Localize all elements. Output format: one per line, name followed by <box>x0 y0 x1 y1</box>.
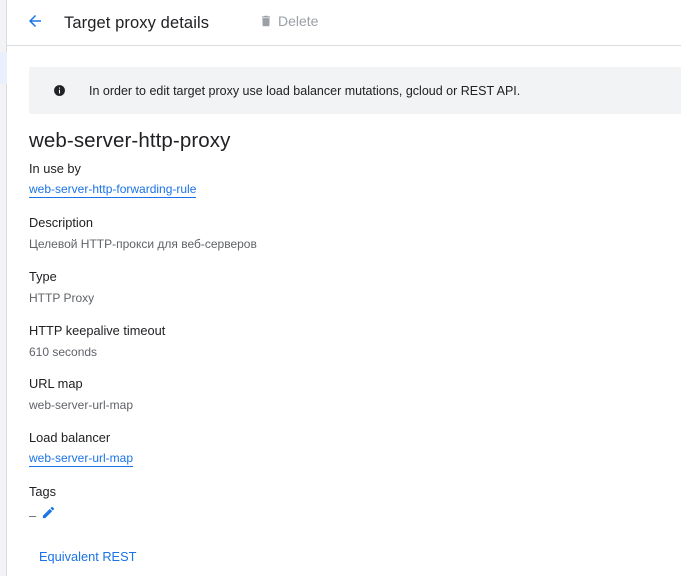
arrow-back-icon <box>26 12 44 35</box>
tags-empty-value: – <box>29 507 37 523</box>
page-title: Target proxy details <box>64 14 210 32</box>
equivalent-rest-button[interactable]: Equivalent REST <box>39 549 136 564</box>
field-label: Load balancer <box>29 430 111 445</box>
field-keepalive-timeout: HTTP keepalive timeout 610 seconds <box>29 322 165 361</box>
field-type: Type HTTP Proxy <box>29 268 94 307</box>
field-label: Tags <box>29 484 57 499</box>
field-label: HTTP keepalive timeout <box>29 323 166 338</box>
info-icon <box>52 84 66 98</box>
back-button[interactable] <box>23 11 47 35</box>
delete-button[interactable]: Delete <box>259 13 318 29</box>
field-value: web-server-url-map <box>29 398 134 412</box>
delete-button-label: Delete <box>278 13 319 29</box>
forwarding-rule-link[interactable]: web-server-http-forwarding-rule <box>29 182 197 198</box>
field-url-map: URL map web-server-url-map <box>29 375 133 414</box>
field-label: URL map <box>29 376 83 391</box>
info-banner: In order to edit target proxy use load b… <box>29 67 681 114</box>
field-in-use-by: In use by web-server-http-forwarding-rul… <box>29 160 197 198</box>
field-tags: Tags – <box>29 483 56 523</box>
info-banner-text: In order to edit target proxy use load b… <box>89 83 521 98</box>
field-description: Description Целевой HTTP-прокси для веб-… <box>29 214 257 253</box>
field-value: HTTP Proxy <box>29 291 95 305</box>
field-load-balancer: Load balancer web-server-url-map <box>29 429 134 467</box>
trash-icon <box>259 14 273 28</box>
page-header: Target proxy details Delete <box>7 0 681 46</box>
field-value: Целевой HTTP-прокси для веб-серверов <box>29 237 257 251</box>
field-label: Description <box>29 215 94 230</box>
left-nav-rail <box>0 0 7 576</box>
edit-tags-button[interactable] <box>40 505 56 525</box>
pencil-icon <box>41 505 56 525</box>
resource-name: web-server-http-proxy <box>29 129 231 152</box>
field-value: 610 seconds <box>29 345 98 359</box>
load-balancer-link[interactable]: web-server-url-map <box>29 451 134 467</box>
field-label: Type <box>29 269 57 284</box>
field-label: In use by <box>29 161 81 176</box>
tags-row: – <box>29 505 56 525</box>
left-nav-selected-item[interactable] <box>0 52 7 84</box>
